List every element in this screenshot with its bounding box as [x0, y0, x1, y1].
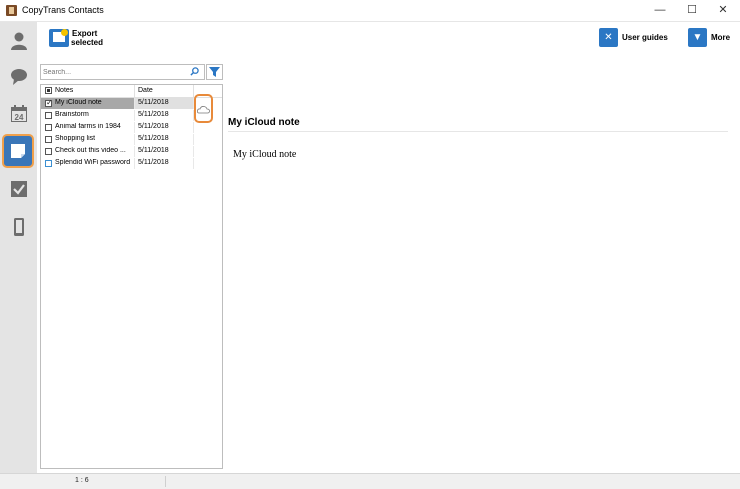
calendar-day-label: 24: [15, 113, 24, 122]
note-checkbox[interactable]: [45, 160, 52, 167]
window-title: CopyTrans Contacts: [22, 5, 104, 15]
sidebar-item-messages[interactable]: [4, 62, 34, 92]
search-box: [40, 64, 205, 80]
chevron-down-icon: ▼: [688, 27, 707, 47]
status-count: 1 : 6: [75, 477, 89, 484]
sidebar-item-device[interactable]: [4, 212, 34, 242]
export-icon: [49, 29, 69, 47]
note-view-body[interactable]: My iCloud note: [233, 149, 296, 160]
filter-button[interactable]: [206, 64, 223, 80]
sidebar-item-tasks[interactable]: [4, 174, 34, 204]
sidebar: 24: [0, 22, 37, 473]
note-date: 5/11/2018: [138, 159, 169, 166]
note-title: My iCloud note: [55, 99, 102, 106]
header-date-label: Date: [138, 87, 153, 94]
note-title: Splendid WiFi password: [55, 159, 131, 166]
note-date: 5/11/2018: [138, 135, 169, 142]
note-checkbox[interactable]: [45, 112, 52, 119]
note-title: Animal farms in 1984: [55, 123, 121, 130]
calendar-icon: 24: [11, 105, 27, 122]
note-row[interactable]: Check out this video ... 5/11/2018: [41, 146, 222, 158]
export-selected-button[interactable]: Export selected: [49, 27, 129, 51]
user-guides-button[interactable]: ✕ User guides: [599, 27, 668, 47]
person-icon: [11, 32, 27, 50]
more-label: More: [711, 32, 731, 42]
note-view-title: My iCloud note: [228, 117, 300, 128]
note-date: 5/11/2018: [138, 99, 169, 106]
note-title: Brainstorm: [55, 111, 89, 118]
note-checkbox[interactable]: [45, 148, 52, 155]
close-button[interactable]: ✕: [706, 0, 740, 21]
more-button[interactable]: ▼ More: [688, 27, 730, 47]
app-logo-icon: [6, 5, 17, 16]
note-row[interactable]: Splendid WiFi password 5/11/2018: [41, 158, 222, 170]
note-title: Shopping list: [55, 135, 96, 142]
note-checkbox[interactable]: [45, 136, 52, 143]
minimize-button[interactable]: —: [643, 0, 677, 21]
note-checkbox[interactable]: [45, 98, 53, 107]
search-input[interactable]: [43, 66, 183, 78]
export-label-line2: selected: [71, 38, 104, 47]
user-guides-label: User guides: [622, 32, 668, 42]
note-date: 5/11/2018: [138, 123, 169, 130]
tools-icon: ✕: [599, 27, 618, 47]
note-row[interactable]: Animal farms in 1984 5/11/2018: [41, 122, 222, 134]
note-row[interactable]: Shopping list 5/11/2018: [41, 134, 222, 146]
chat-bubble-icon: [11, 69, 27, 85]
checkbox-icon: [11, 181, 27, 197]
select-all-checkbox[interactable]: [45, 87, 52, 94]
status-bar: 1 : 6: [0, 473, 740, 489]
note-date: 5/11/2018: [138, 111, 169, 118]
note-checkbox[interactable]: [45, 124, 52, 131]
sidebar-item-contacts[interactable]: [4, 26, 34, 56]
status-divider: [165, 476, 166, 487]
note-title: Check out this video ...: [55, 147, 126, 154]
note-date: 5/11/2018: [138, 147, 169, 154]
cloud-icon: [197, 106, 210, 114]
main-content: Export selected ✕ User guides ▼ More Not…: [37, 22, 740, 473]
export-label: Export selected: [71, 29, 103, 47]
export-label-line1: Export: [72, 29, 98, 38]
note-view-separator: [228, 131, 728, 132]
header-notes-label: Notes: [55, 87, 74, 94]
notes-list: Notes Date My iCloud note 5/11/2018 Brai…: [40, 84, 223, 469]
filter-icon: [209, 66, 220, 77]
sidebar-item-calendars[interactable]: 24: [4, 99, 34, 129]
note-icon: [11, 144, 25, 158]
phone-icon: [14, 218, 24, 236]
sidebar-item-notes[interactable]: [2, 134, 34, 168]
search-icon[interactable]: [190, 67, 199, 76]
cloud-highlight: [194, 94, 213, 123]
title-bar: CopyTrans Contacts — ☐ ✕: [0, 0, 740, 22]
maximize-button[interactable]: ☐: [675, 0, 709, 21]
